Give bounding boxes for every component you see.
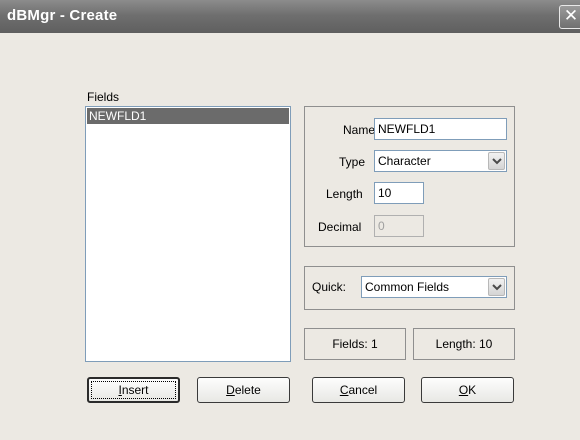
delete-label: elete <box>234 383 261 397</box>
delete-button[interactable]: Delete <box>197 377 290 403</box>
quick-select-value: Common Fields <box>365 280 450 294</box>
type-label: Type <box>339 155 366 169</box>
length-field[interactable]: 10 <box>374 182 424 204</box>
ok-accel: O <box>458 383 469 397</box>
chevron-down-icon[interactable] <box>488 152 505 170</box>
ok-button[interactable]: OK <box>421 377 514 403</box>
decimal-field: 0 <box>374 215 424 237</box>
delete-accel: D <box>226 383 235 397</box>
close-button[interactable]: ✕ <box>559 5 580 29</box>
list-item[interactable]: NEWFLD1 <box>87 108 289 124</box>
fields-listbox[interactable]: NEWFLD1 <box>85 106 291 362</box>
ok-label: K <box>468 383 477 397</box>
name-field[interactable]: NEWFLD1 <box>374 118 507 140</box>
insert-button[interactable]: Insert <box>87 377 180 403</box>
close-icon: ✕ <box>563 6 579 26</box>
fields-count-status: Fields: 1 <box>304 328 406 360</box>
type-select-value: Character <box>378 154 431 168</box>
cancel-label: ancel <box>348 383 378 397</box>
chevron-down-icon[interactable] <box>488 278 505 296</box>
title-bar[interactable]: dBMgr - Create ✕ <box>0 0 580 33</box>
type-select[interactable]: Character <box>374 150 507 172</box>
cancel-button[interactable]: Cancel <box>312 377 405 403</box>
quick-label: Quick: <box>312 280 347 294</box>
decimal-label: Decimal <box>318 220 362 234</box>
window-title: dBMgr - Create <box>7 7 118 24</box>
quick-select[interactable]: Common Fields <box>361 276 507 298</box>
dialog-window: dBMgr - Create ✕ Fields NEWFLD1 Name NEW… <box>0 0 580 440</box>
name-label: Name <box>343 123 376 137</box>
fields-label: Fields <box>87 90 120 104</box>
insert-label: nsert <box>121 383 149 397</box>
total-length-status: Length: 10 <box>413 328 515 360</box>
length-label: Length <box>326 187 363 201</box>
